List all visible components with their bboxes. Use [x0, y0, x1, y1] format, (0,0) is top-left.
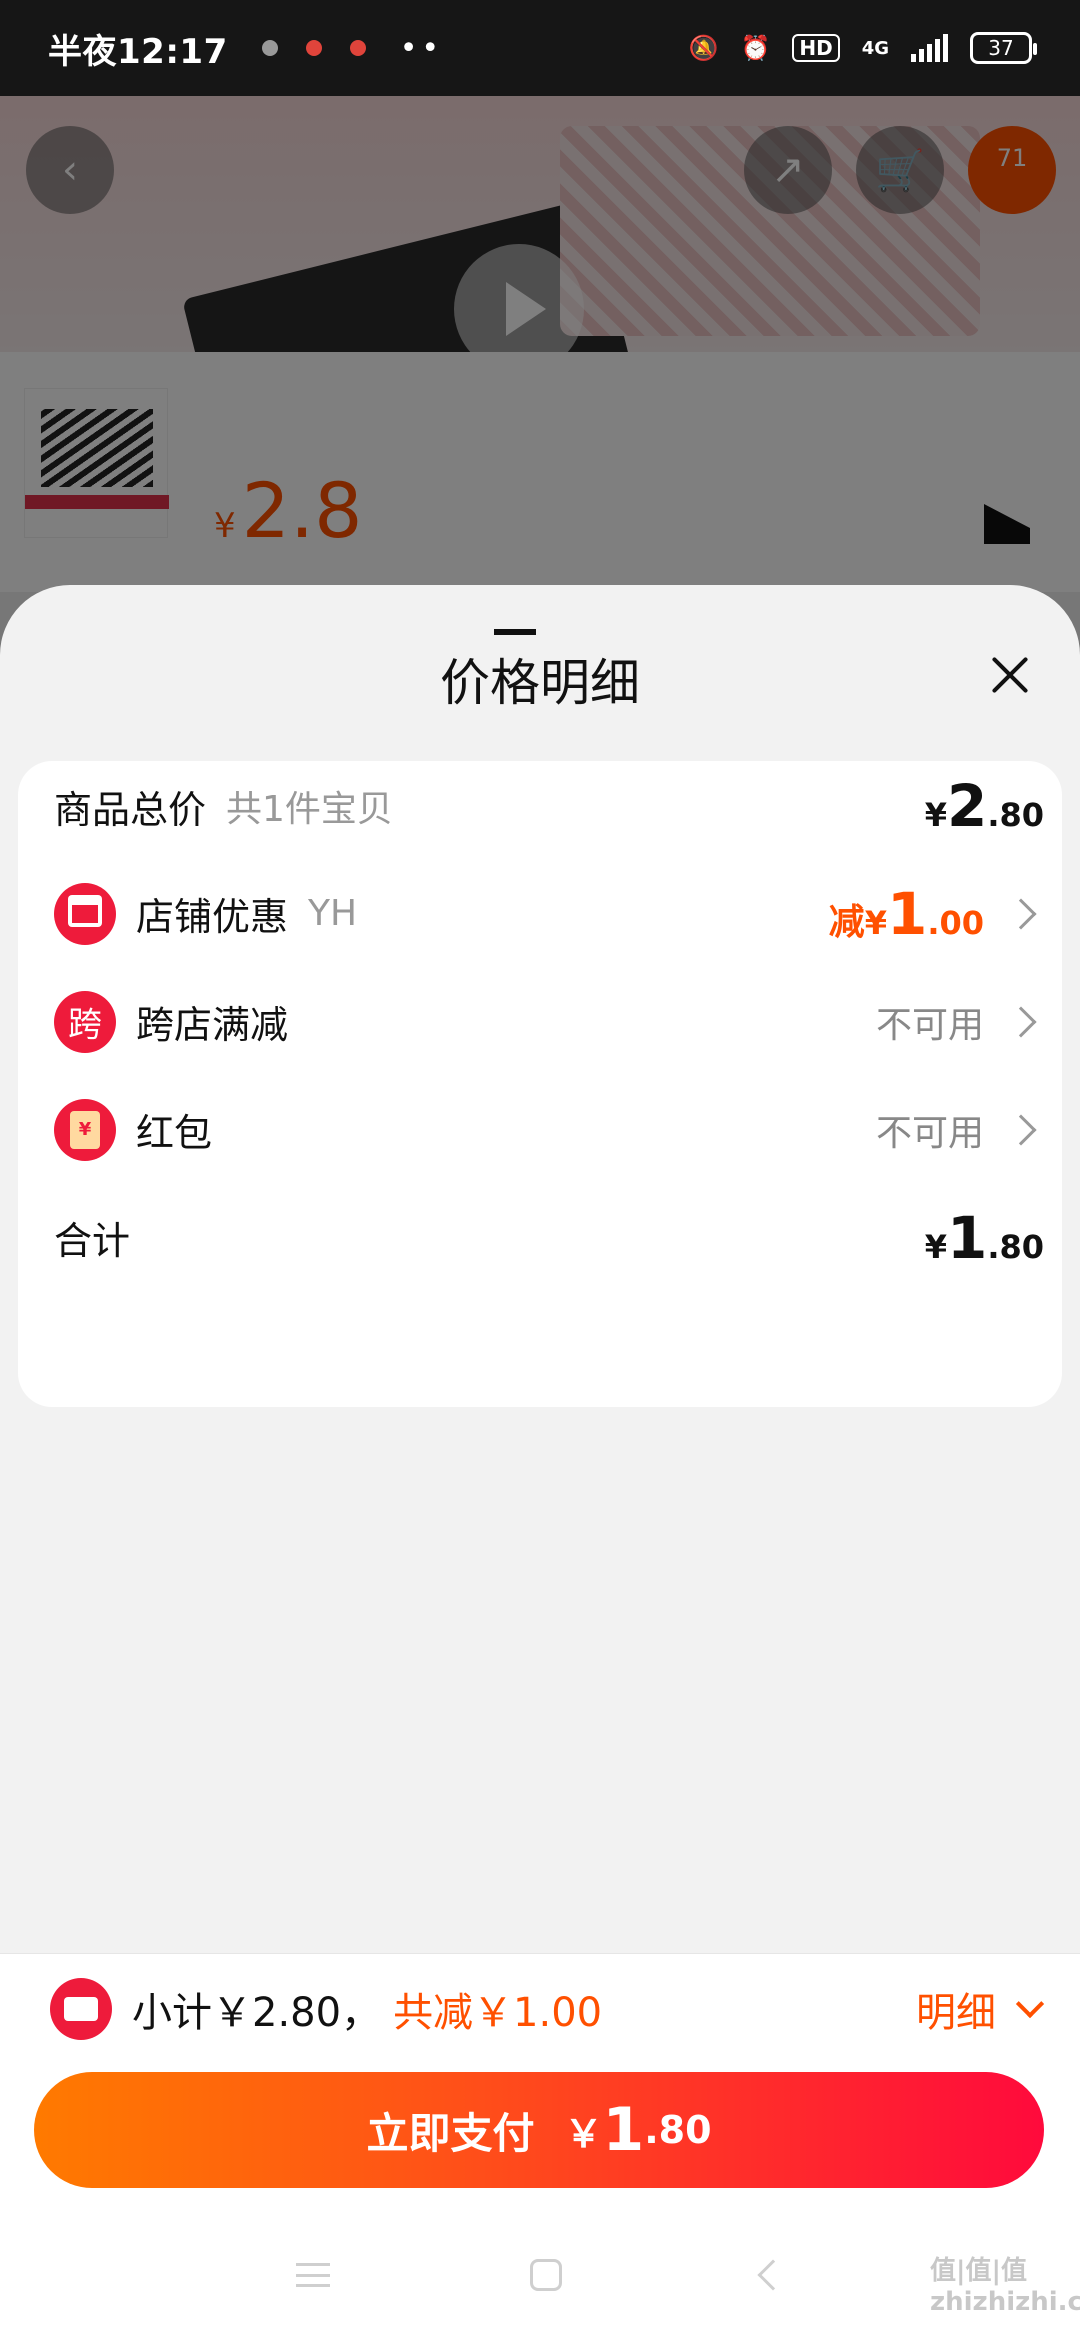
price-card: 商品总价 共1件宝贝 ¥2.80 店铺优惠 YH 减 ¥1.00 跨跨店满减 不可用 ¥ 红包 不可用… — [18, 761, 1062, 1407]
pay-currency[interactable]: ￥ — [564, 2103, 602, 2158]
red-packet-icon-text: ¥ — [70, 1110, 100, 1149]
goods-total-row: 商品总价 共1件宝贝 ¥2.80 — [54, 761, 1044, 851]
row-value: 减 ¥1.00 — [829, 880, 984, 948]
pay-now-button[interactable]: 立即支付 ￥ 1 .80 — [34, 2072, 1044, 2188]
subtotal-text: 小计￥2.80， — [132, 1990, 382, 2036]
unavailable-status: 不可用 — [875, 1112, 984, 1154]
pay-label[interactable]: 立即支付 — [366, 2100, 534, 2161]
shop-discount-row[interactable]: 店铺优惠 YH 减 ¥1.00 — [54, 869, 1044, 959]
pay-amount-dec[interactable]: .80 — [644, 2108, 711, 2152]
app-notification-icon — [349, 40, 366, 56]
total-row: 合计 ¥1.80 — [54, 1193, 1044, 1283]
row-label: 店铺优惠 — [136, 895, 289, 940]
watermark: 值|值|值 zhizhizhi.com — [930, 2256, 1080, 2317]
price-integer: 2 — [946, 772, 988, 840]
pay-amount-int[interactable]: 1 — [602, 2095, 644, 2165]
row-value: ¥2.80 — [925, 772, 1044, 840]
row-sub-label: YH — [308, 893, 358, 935]
price-decimal: .00 — [927, 903, 984, 942]
price-decimal: .80 — [987, 1227, 1044, 1266]
bottom-bar: 小计￥2.80， 共减￥1.00 明细 立即支付 ￥ 1 .80 — [0, 1953, 1080, 2340]
alarm-icon: ⏰ — [740, 34, 771, 62]
menu-icon[interactable] — [296, 2263, 330, 2287]
status-time: 半夜12:17 — [48, 31, 228, 72]
row-label: 合计 — [54, 1219, 131, 1264]
row-label: 商品总价 — [54, 787, 207, 832]
detail-toggle[interactable]: 明细 — [916, 1980, 1045, 2038]
detail-label[interactable]: 明细 — [916, 1980, 996, 2038]
price-currency: ¥ — [864, 903, 887, 942]
price-integer: 1 — [886, 879, 928, 948]
price-currency: ¥ — [924, 796, 947, 834]
chevron-right-icon[interactable] — [1005, 1006, 1037, 1038]
row-sub-label: 共1件宝贝 — [226, 789, 393, 830]
coupon-icon — [50, 1978, 112, 2040]
mute-bell-icon: 🔕 — [688, 34, 719, 62]
cross-store-icon: 跨 — [54, 990, 116, 1053]
close-button[interactable] — [982, 647, 1038, 703]
price-decimal: .80 — [987, 796, 1044, 834]
system-icons: 🔕 ⏰ HD 4G 37 — [688, 32, 1037, 64]
price-currency: ¥ — [924, 1227, 947, 1266]
row-label: 红包 — [136, 1111, 213, 1156]
chevron-right-icon[interactable] — [1005, 898, 1037, 930]
chevron-right-icon[interactable] — [1005, 1114, 1037, 1146]
row-value: 不可用 — [876, 1104, 984, 1156]
home-icon[interactable] — [530, 2259, 562, 2291]
discount-prefix: 减 — [828, 901, 865, 943]
row-label: 跨店满减 — [136, 1003, 289, 1048]
more-notifications-icon: •• — [399, 30, 444, 66]
notification-icons — [261, 40, 366, 56]
summary-line: 小计￥2.80， 共减￥1.00 明细 — [50, 1954, 1045, 2064]
shop-glyph — [68, 894, 102, 927]
row-value: ¥1.80 — [925, 1204, 1044, 1272]
network-label: 4G — [861, 37, 889, 59]
cross-store-icon-text: 跨 — [68, 1005, 102, 1046]
unavailable-status: 不可用 — [875, 1004, 984, 1046]
red-packet-icon: ¥ — [54, 1098, 116, 1161]
status-bar: 半夜12:17 •• 🔕 ⏰ HD 4G 37 — [0, 0, 1080, 96]
battery-icon: 37 — [970, 32, 1037, 64]
chevron-down-icon[interactable] — [1015, 1989, 1045, 2019]
music-notification-icon — [261, 40, 278, 56]
app-notification-icon — [305, 40, 322, 56]
shop-icon — [54, 882, 116, 945]
signal-icon — [911, 34, 948, 62]
sheet-title: 价格明细 — [440, 654, 640, 712]
sheet-handle[interactable] — [494, 629, 536, 635]
price-integer: 1 — [946, 1203, 988, 1272]
discount-text: 共减￥1.00 — [393, 1990, 603, 2036]
cross-store-discount-row[interactable]: 跨跨店满减 不可用 — [54, 977, 1044, 1067]
hd-badge: HD — [792, 34, 840, 62]
system-nav-bar — [0, 2210, 1080, 2340]
red-packet-row[interactable]: ¥ 红包 不可用 — [54, 1085, 1044, 1175]
row-value: 不可用 — [876, 996, 984, 1048]
back-icon[interactable] — [757, 2259, 789, 2291]
